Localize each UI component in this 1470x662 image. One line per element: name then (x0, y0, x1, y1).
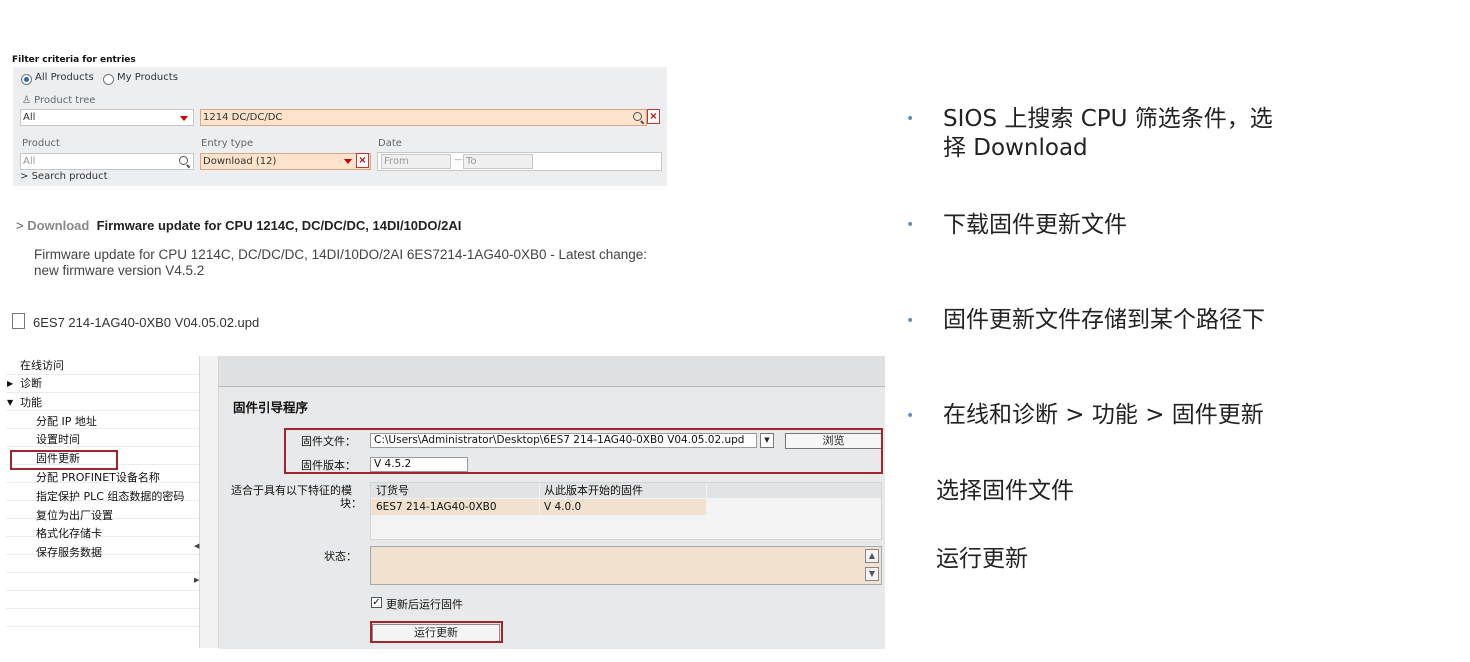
product-tree-label: ♙ Product tree (22, 95, 96, 106)
tree-item-functions[interactable]: 功能 (20, 396, 42, 409)
run-after-update-label: 更新后运行固件 (386, 598, 463, 611)
file-name: 6ES7 214-1AG40-0XB0 V04.05.02.upd (33, 315, 260, 330)
product-tree-select[interactable]: All (20, 109, 194, 126)
function-tree: 在线访问 ▶ 诊断 ▼ 功能 分配 IP 地址 设置时间 固件更新 分配 PRO… (6, 356, 200, 648)
scroll-down-icon[interactable]: ▼ (865, 567, 879, 581)
row-divider (6, 428, 199, 429)
entry-type-chevron-icon[interactable] (344, 159, 352, 164)
col-empty-header (707, 483, 881, 498)
chevron-right-icon: > (20, 171, 32, 182)
row-divider (6, 446, 199, 447)
radio-my-label: My Products (117, 72, 178, 83)
download-heading[interactable]: > Download Firmware update for CPU 1214C… (16, 218, 461, 233)
download-title: Firmware update for CPU 1214C, DC/DC/DC,… (96, 218, 462, 233)
scroll-up-icon[interactable]: ▲ (865, 549, 879, 563)
file-version-highlight (284, 428, 883, 474)
row-divider (6, 374, 199, 375)
tree-item-factory-reset[interactable]: 复位为出厂设置 (36, 509, 113, 522)
download-description: Firmware update for CPU 1214C, DC/DC/DC,… (34, 247, 648, 278)
radio-all-products[interactable] (21, 74, 32, 85)
tree-icon: ♙ (22, 95, 35, 106)
chevron-down-icon[interactable] (180, 116, 188, 121)
chevron-right-icon: > (16, 218, 24, 233)
row-divider (6, 590, 199, 591)
search-product-link[interactable]: > Search product (20, 171, 108, 182)
module-label: 适合于具有以下特征的模 (231, 484, 352, 497)
row-divider (6, 536, 199, 537)
step-1: SIOS 上搜索 CPU 筛选条件，选 择 Download (943, 106, 1273, 161)
search-input[interactable]: 1214 DC/DC/DC (200, 109, 647, 126)
panel-splitter[interactable]: ◀ ▶ (194, 356, 219, 648)
run-after-update-checkbox[interactable]: ✓ (371, 597, 382, 608)
row-divider (6, 626, 199, 627)
firmware-update-highlight (10, 450, 118, 470)
status-box (370, 546, 882, 585)
cell-order: 6ES7 214-1AG40-0XB0 (371, 499, 539, 515)
step-4: 在线和诊断 > 功能 > 固件更新 (943, 402, 1264, 428)
main-header-bar (219, 356, 885, 386)
bullet-dot: • (906, 313, 915, 329)
row-divider (6, 572, 199, 573)
entry-type-label: Entry type (201, 138, 254, 149)
row-divider (6, 554, 199, 555)
row-divider (6, 392, 199, 393)
cell-firmware: V 4.0.0 (540, 499, 706, 515)
tree-item-profinet-name[interactable]: 分配 PROFINET设备名称 (36, 471, 160, 484)
step-2: 下载固件更新文件 (943, 212, 1127, 238)
sub-step-select-file: 选择固件文件 (936, 478, 1074, 504)
clear-entry-type-icon[interactable]: × (356, 153, 369, 168)
date-from-input[interactable]: From (381, 154, 451, 169)
row-divider (6, 410, 199, 411)
tree-item-assign-ip[interactable]: 分配 IP 地址 (36, 415, 97, 428)
product-label: Product (22, 138, 60, 149)
tree-item-protection-password[interactable]: 指定保护 PLC 组态数据的密码 (36, 490, 184, 503)
clear-search-icon[interactable]: × (647, 109, 660, 124)
bullet-dot: • (906, 111, 915, 127)
sub-step-run-update: 运行更新 (936, 546, 1028, 572)
file-link[interactable]: 6ES7 214-1AG40-0XB0 V04.05.02.upd (12, 313, 259, 330)
date-label: Date (378, 138, 402, 149)
row-divider (6, 608, 199, 609)
col-firmware-header: 从此版本开始的固件 (540, 483, 706, 498)
status-label: 状态： (324, 550, 357, 563)
download-type: Download (27, 218, 90, 233)
col-order-header: 订货号 (371, 483, 539, 498)
tree-item-online-access[interactable]: 在线访问 (20, 359, 64, 372)
collapse-left-icon[interactable]: ◀ (194, 542, 199, 550)
bullet-dot: • (906, 217, 915, 233)
date-separator: — (454, 155, 463, 165)
expand-right-icon[interactable]: ▶ (194, 576, 199, 584)
collapse-arrow-icon[interactable]: ▼ (7, 396, 13, 409)
tree-item-format-card[interactable]: 格式化存储卡 (36, 527, 102, 540)
tree-item-set-time[interactable]: 设置时间 (36, 433, 80, 446)
file-icon (12, 313, 25, 329)
radio-all-label: All Products (35, 72, 94, 83)
search-icon[interactable] (633, 112, 642, 121)
product-input[interactable]: All (20, 153, 194, 170)
section-title: 固件引导程序 (233, 400, 309, 415)
product-search-icon[interactable] (179, 156, 188, 165)
module-label-cont: 块： (340, 497, 362, 510)
expand-arrow-icon[interactable]: ▶ (7, 377, 13, 390)
radio-my-products[interactable] (103, 74, 114, 85)
tree-item-save-service-data[interactable]: 保存服务数据 (36, 546, 102, 559)
filter-panel: All Products My Products ♙ Product tree … (13, 67, 667, 186)
firmware-loader-panel: 固件引导程序 固件文件： C:\Users\Administrator\Desk… (219, 386, 885, 649)
tree-item-diagnostics[interactable]: 诊断 (20, 377, 42, 390)
date-to-input[interactable]: To (463, 154, 533, 169)
run-update-highlight (370, 621, 503, 643)
bullet-dot: • (906, 408, 915, 424)
tia-window: 在线访问 ▶ 诊断 ▼ 功能 分配 IP 地址 设置时间 固件更新 分配 PRO… (6, 356, 885, 649)
step-3: 固件更新文件存储到某个路径下 (943, 307, 1265, 333)
filter-title: Filter criteria for entries (12, 55, 136, 65)
